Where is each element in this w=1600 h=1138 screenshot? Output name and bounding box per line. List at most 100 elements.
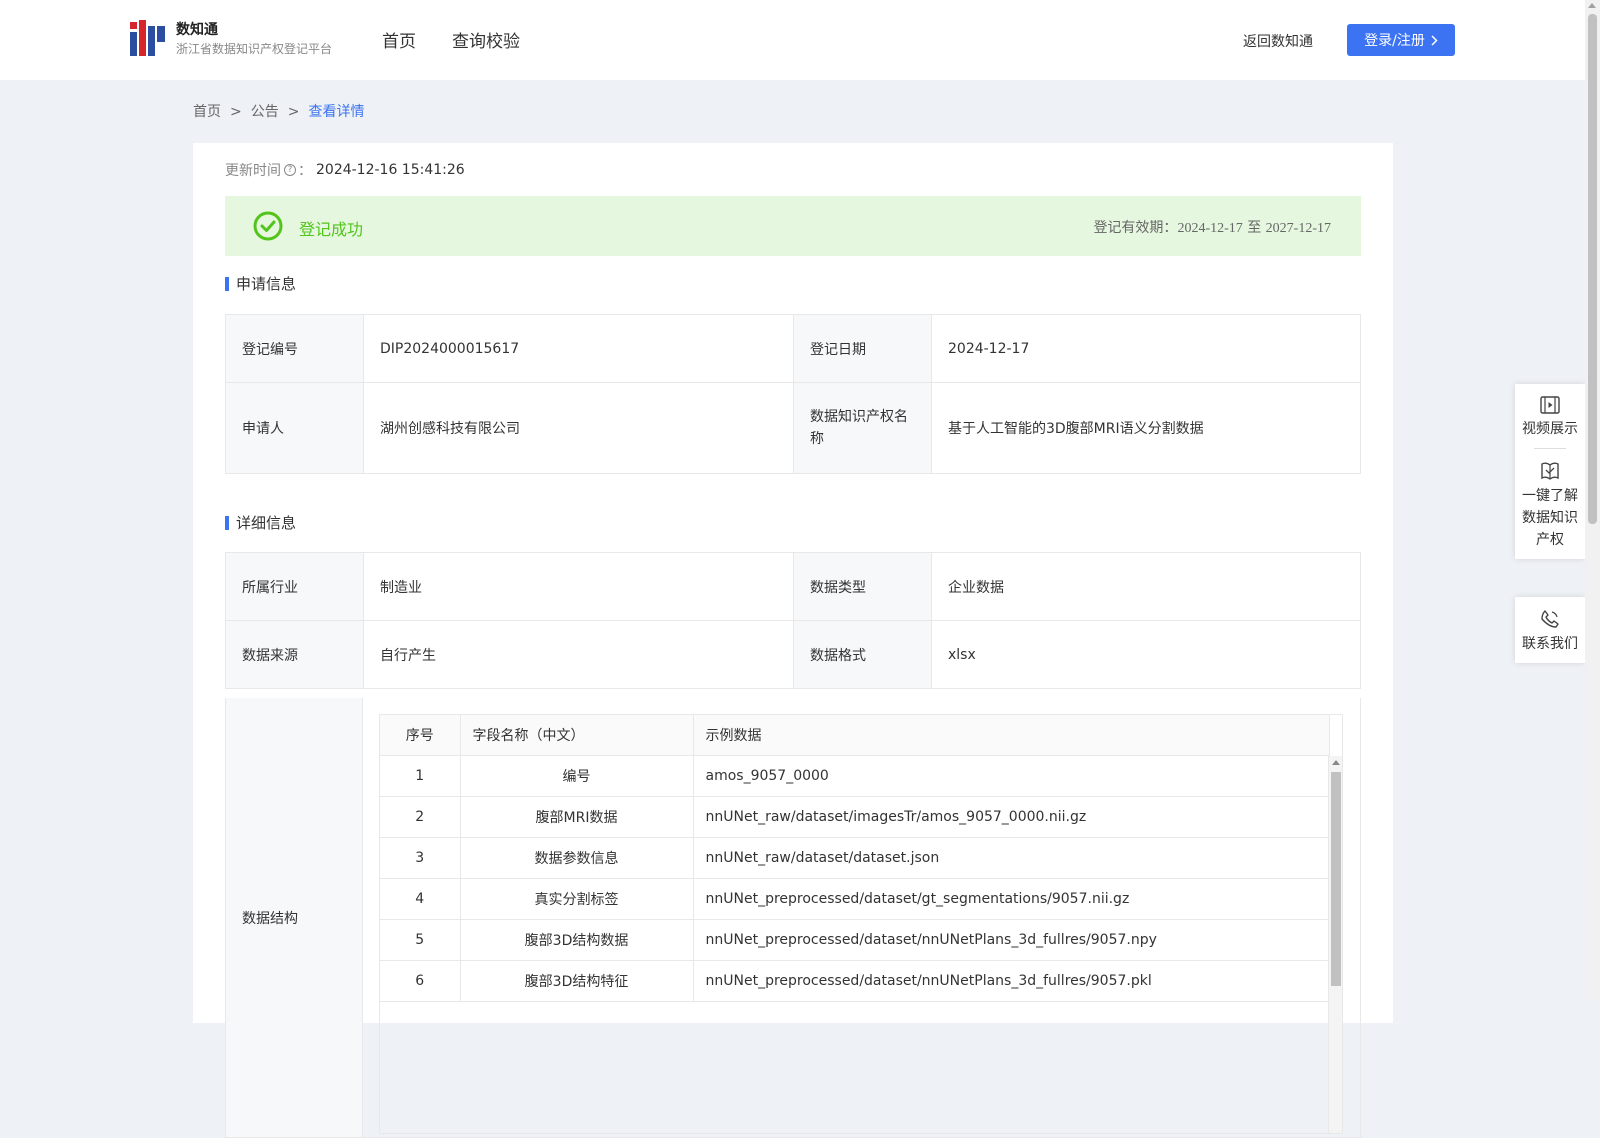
scrollbar-thumb[interactable] [1331, 772, 1341, 986]
check-circle-icon [253, 211, 283, 241]
learn-label-line2: 数据知识 [1522, 510, 1578, 526]
label-data-source: 数据来源 [225, 620, 364, 689]
update-time-label: 更新时间 [225, 163, 281, 179]
contact-us-button[interactable]: 联系我们 [1515, 597, 1585, 663]
value-data-format: xlsx [931, 620, 1361, 689]
label-industry: 所属行业 [225, 552, 364, 621]
nav-query-verify[interactable]: 查询校验 [452, 27, 520, 52]
cell-field-name: 腹部3D结构特征 [460, 960, 694, 1002]
section-detail-info: 详细信息 [225, 512, 296, 533]
detail-info-table: 所属行业 制造业 数据类型 企业数据 数据来源 自行产生 数据格式 xlsx [225, 552, 1361, 689]
section-application-info: 申请信息 [225, 273, 296, 294]
login-register-button[interactable]: 登录/注册 [1347, 24, 1455, 56]
table-row: 5 腹部3D结构数据 nnUNet_preprocessed/dataset/n… [380, 919, 1330, 961]
logo-title: 数知通 [176, 22, 218, 38]
cell-example: nnUNet_preprocessed/dataset/gt_segmentat… [693, 878, 1330, 920]
section-title: 申请信息 [236, 275, 297, 293]
cell-field-name: 数据参数信息 [460, 837, 694, 879]
video-icon [1540, 396, 1560, 414]
value-industry: 制造业 [363, 552, 794, 621]
logo-subtitle: 浙江省数据知识产权登记平台 [176, 42, 333, 56]
section-title: 详细信息 [236, 514, 297, 532]
question-icon[interactable]: ? [284, 164, 296, 176]
contact-us-label: 联系我们 [1522, 636, 1578, 652]
cell-index: 6 [380, 960, 461, 1002]
cell-example: nnUNet_raw/dataset/imagesTr/amos_9057_00… [693, 796, 1330, 838]
breadcrumb-home[interactable]: 首页 [193, 104, 221, 120]
value-reg-date: 2024-12-17 [931, 314, 1361, 383]
cell-example: nnUNet_preprocessed/dataset/nnUNetPlans_… [693, 960, 1330, 1002]
update-time-value: 2024-12-16 15:41:26 [316, 162, 465, 178]
data-structure-table-container[interactable]: 序号 字段名称（中文） 示例数据 1 编号 amos_9057_0000 2 腹… [379, 714, 1343, 1134]
breadcrumb-announcement[interactable]: 公告 [251, 104, 279, 120]
main-nav: 首页 查询校验 [382, 27, 520, 52]
cell-index: 1 [380, 755, 461, 797]
logo[interactable]: 数知通 浙江省数据知识产权登记平台 [130, 20, 332, 58]
logo-icon [130, 20, 166, 58]
cell-index: 2 [380, 796, 461, 838]
detail-card: 更新时间 ? ： 2024-12-16 15:41:26 登记成功 登记有效期：… [193, 143, 1393, 1138]
label-data-type: 数据类型 [793, 552, 932, 621]
page-scrollbar-thumb[interactable] [1588, 14, 1597, 524]
breadcrumb-separator: > [287, 104, 300, 120]
table-row: 3 数据参数信息 nnUNet_raw/dataset/dataset.json [380, 837, 1330, 879]
scroll-up-arrow-icon[interactable] [1588, 3, 1596, 8]
cell-field-name: 腹部3D结构数据 [460, 919, 694, 961]
book-icon [1541, 462, 1559, 480]
label-reg-number: 登记编号 [225, 314, 364, 383]
label-data-format: 数据格式 [793, 620, 932, 689]
phone-icon [1541, 610, 1559, 628]
scroll-up-arrow-icon[interactable] [1332, 760, 1340, 765]
breadcrumb-separator: > [230, 104, 242, 120]
page-scrollbar[interactable] [1585, 0, 1600, 1000]
breadcrumb-current: 查看详情 [308, 104, 365, 120]
structure-table-scrollbar[interactable] [1328, 756, 1342, 1133]
col-header-field-name: 字段名称（中文） [460, 715, 694, 756]
learn-data-ip-button[interactable]: 一键了解 数据知识 产权 [1515, 449, 1585, 559]
cell-example: nnUNet_raw/dataset/dataset.json [693, 837, 1330, 879]
floating-toolbar: 视频展示 一键了解 数据知识 产权 [1515, 384, 1585, 559]
validity-start: 2024-12-17 [1177, 221, 1243, 236]
table-row: 申请人 湖州创感科技有限公司 数据知识产权名称 基于人工智能的3D腹部MRI语义… [225, 382, 1361, 474]
breadcrumb: 首页 > 公告 > 查看详情 [193, 101, 364, 121]
table-row: 登记编号 DIP2024000015617 登记日期 2024-12-17 [225, 314, 1361, 383]
table-header-row: 序号 字段名称（中文） 示例数据 [380, 715, 1330, 756]
validity-end: 2027-12-17 [1265, 221, 1331, 236]
learn-label-line1: 一键了解 [1522, 488, 1578, 504]
label-data-structure: 数据结构 [225, 698, 363, 1138]
update-time: 更新时间 ? ： 2024-12-16 15:41:26 [225, 160, 465, 180]
learn-label-line3: 产权 [1536, 532, 1564, 548]
video-showcase-button[interactable]: 视频展示 [1515, 384, 1585, 448]
label-reg-date: 登记日期 [793, 314, 932, 383]
data-structure-table: 序号 字段名称（中文） 示例数据 1 编号 amos_9057_0000 2 腹… [380, 715, 1330, 1002]
validity-to: 至 [1247, 220, 1262, 236]
validity-period: 登记有效期：2024-12-17 至 2027-12-17 [1093, 217, 1331, 237]
data-structure-cell: 序号 字段名称（中文） 示例数据 1 编号 amos_9057_0000 2 腹… [363, 698, 1361, 1138]
label-ip-name: 数据知识产权名称 [793, 382, 932, 474]
cell-field-name: 编号 [460, 755, 694, 797]
section-marker [225, 515, 229, 530]
col-header-index: 序号 [380, 715, 461, 756]
table-row: 所属行业 制造业 数据类型 企业数据 [225, 552, 1361, 621]
cell-field-name: 真实分割标签 [460, 878, 694, 920]
validity-label: 登记有效期： [1093, 220, 1178, 236]
table-row: 4 真实分割标签 nnUNet_preprocessed/dataset/gt_… [380, 878, 1330, 920]
back-to-shuzhitong-link[interactable]: 返回数知通 [1243, 31, 1313, 51]
table-row: 数据来源 自行产生 数据格式 xlsx [225, 620, 1361, 689]
chevron-right-icon [1431, 34, 1438, 46]
value-reg-number: DIP2024000015617 [363, 314, 794, 383]
nav-home[interactable]: 首页 [382, 27, 416, 52]
video-showcase-label: 视频展示 [1522, 421, 1578, 437]
cell-example: amos_9057_0000 [693, 755, 1330, 797]
col-header-example: 示例数据 [693, 715, 1330, 756]
update-time-colon: ： [298, 163, 312, 179]
table-row: 6 腹部3D结构特征 nnUNet_preprocessed/dataset/n… [380, 960, 1330, 1002]
application-info-table: 登记编号 DIP2024000015617 登记日期 2024-12-17 申请… [225, 314, 1361, 474]
cell-example: nnUNet_preprocessed/dataset/nnUNetPlans_… [693, 919, 1330, 961]
value-data-source: 自行产生 [363, 620, 794, 689]
value-ip-name: 基于人工智能的3D腹部MRI语义分割数据 [931, 382, 1361, 474]
value-data-type: 企业数据 [931, 552, 1361, 621]
value-applicant: 湖州创感科技有限公司 [363, 382, 794, 474]
cell-index: 4 [380, 878, 461, 920]
status-text: 登记成功 [299, 220, 364, 239]
